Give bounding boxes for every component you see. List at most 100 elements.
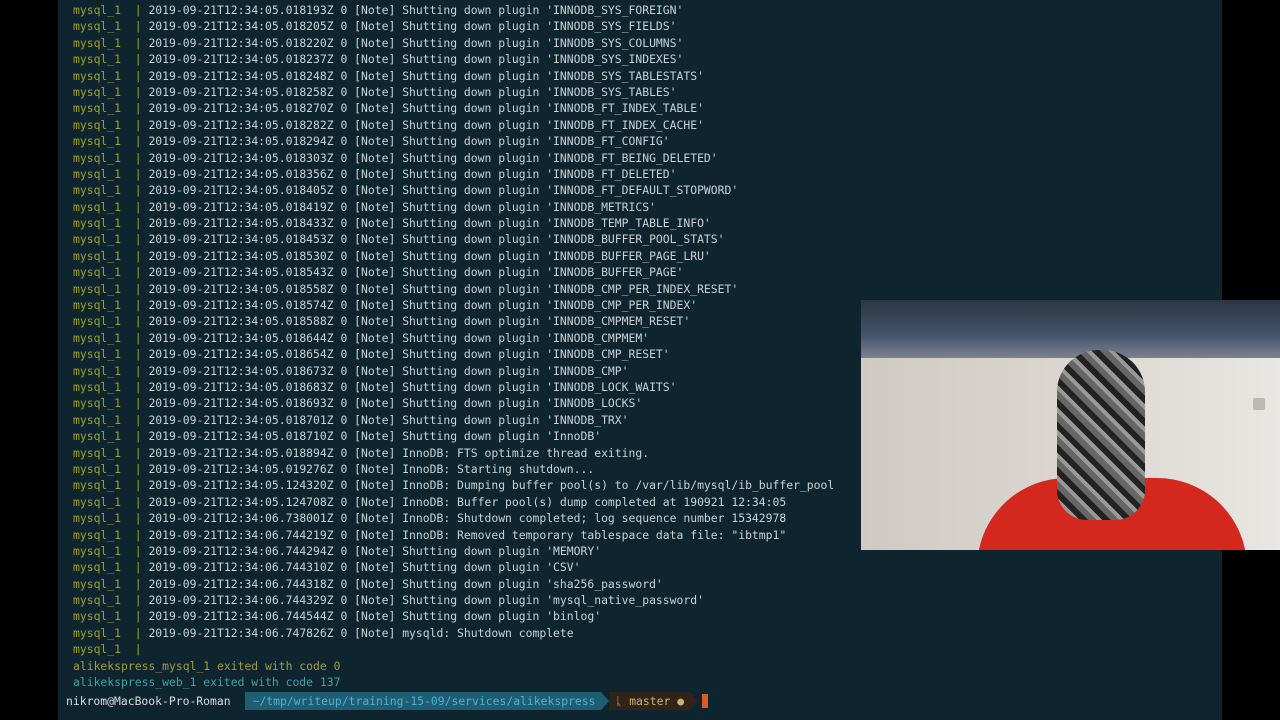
log-service-label: mysql_1 (73, 199, 122, 214)
log-message: 2019-09-21T12:34:05.018701Z 0 [Note] Shu… (148, 412, 629, 427)
log-message: 2019-09-21T12:34:05.019276Z 0 [Note] Inn… (148, 461, 595, 476)
log-message: 2019-09-21T12:34:06.747826Z 0 [Note] mys… (148, 625, 574, 640)
webcam-overlay (861, 300, 1280, 550)
log-message: 2019-09-21T12:34:05.018530Z 0 [Note] Shu… (148, 248, 711, 263)
log-service-label: mysql_1 (73, 134, 122, 149)
log-service-label: mysql_1 (73, 52, 122, 67)
log-separator: | (134, 445, 142, 460)
log-service-label: mysql_1 (73, 216, 122, 231)
log-message: 2019-09-21T12:34:06.744219Z 0 [Note] Inn… (148, 527, 787, 542)
log-message: 2019-09-21T12:34:05.018543Z 0 [Note] Shu… (148, 265, 684, 280)
log-message: 2019-09-21T12:34:05.018282Z 0 [Note] Shu… (148, 117, 704, 132)
log-separator: | (134, 396, 142, 411)
log-line: mysql_1 | 2019-09-21T12:34:05.018453Z 0 … (73, 231, 1222, 247)
log-message: 2019-09-21T12:34:05.018303Z 0 [Note] Shu… (148, 150, 718, 165)
log-message: 2019-09-21T12:34:05.018654Z 0 [Note] Shu… (148, 347, 670, 362)
log-separator: | (134, 19, 142, 34)
log-line: mysql_1 | 2019-09-21T12:34:05.018193Z 0 … (73, 2, 1222, 18)
log-service-label: mysql_1 (73, 19, 122, 34)
log-line: mysql_1 | 2019-09-21T12:34:05.018356Z 0 … (73, 166, 1222, 182)
log-service-label: mysql_1 (73, 379, 122, 394)
log-separator: | (134, 52, 142, 67)
log-line: mysql_1 | 2019-09-21T12:34:06.747826Z 0 … (73, 625, 1222, 641)
log-message: 2019-09-21T12:34:05.018644Z 0 [Note] Shu… (148, 330, 650, 345)
log-separator: | (134, 68, 142, 83)
log-message: 2019-09-21T12:34:05.018693Z 0 [Note] Shu… (148, 396, 643, 411)
log-message: 2019-09-21T12:34:05.018258Z 0 [Note] Shu… (148, 84, 677, 99)
log-message: 2019-09-21T12:34:06.744544Z 0 [Note] Shu… (148, 609, 602, 624)
log-line: mysql_1 | 2019-09-21T12:34:05.018294Z 0 … (73, 133, 1222, 149)
log-line: mysql_1 | 2019-09-21T12:34:05.018405Z 0 … (73, 182, 1222, 198)
log-service-label: mysql_1 (73, 593, 122, 608)
log-line: mysql_1 | 2019-09-21T12:34:05.018558Z 0 … (73, 281, 1222, 297)
powerline-separator-icon (601, 692, 610, 710)
prompt-branch: master (629, 694, 671, 708)
log-separator: | (134, 166, 142, 181)
log-message: 2019-09-21T12:34:05.124708Z 0 [Note] Inn… (148, 494, 787, 509)
log-message: 2019-09-21T12:34:06.744329Z 0 [Note] Shu… (148, 593, 704, 608)
log-service-label: mysql_1 (73, 3, 122, 17)
log-line: mysql_1 | 2019-09-21T12:34:05.018237Z 0 … (73, 51, 1222, 67)
shell-prompt: nikrom@MacBook-Pro-Roman ~/tmp/writeup/t… (58, 692, 778, 710)
log-message: 2019-09-21T12:34:05.018894Z 0 [Note] Inn… (148, 445, 650, 460)
exit-message-web: alikekspress_web_1 exited with code 137 (73, 675, 341, 690)
log-line: mysql_1 | 2019-09-21T12:34:05.018303Z 0 … (73, 150, 1222, 166)
log-service-label: mysql_1 (73, 625, 122, 640)
log-separator: | (134, 117, 142, 132)
log-message: 2019-09-21T12:34:05.018270Z 0 [Note] Shu… (148, 101, 704, 116)
log-service-label: mysql_1 (73, 101, 122, 116)
log-message: 2019-09-21T12:34:06.744310Z 0 [Note] Shu… (148, 560, 581, 575)
log-message: 2019-09-21T12:34:05.018453Z 0 [Note] Shu… (148, 232, 725, 247)
log-service-label: mysql_1 (73, 461, 122, 476)
log-service-label: mysql_1 (73, 117, 122, 132)
log-line: mysql_1 | 2019-09-21T12:34:06.744544Z 0 … (73, 608, 1222, 624)
log-separator: | (134, 363, 142, 378)
log-line: mysql_1 | 2019-09-21T12:34:05.018419Z 0 … (73, 199, 1222, 215)
log-service-label: mysql_1 (73, 445, 122, 460)
log-message: 2019-09-21T12:34:06.738001Z 0 [Note] Inn… (148, 511, 787, 526)
log-line: mysql_1 | 2019-09-21T12:34:05.018530Z 0 … (73, 248, 1222, 264)
log-separator: | (134, 134, 142, 149)
log-separator: | (134, 642, 142, 657)
log-message: 2019-09-21T12:34:05.018356Z 0 [Note] Shu… (148, 166, 677, 181)
log-message: 2019-09-21T12:34:06.744318Z 0 [Note] Shu… (148, 576, 663, 591)
log-separator: | (134, 625, 142, 640)
log-separator: | (134, 379, 142, 394)
log-service-label: mysql_1 (73, 642, 122, 657)
log-message: 2019-09-21T12:34:05.018205Z 0 [Note] Shu… (148, 19, 677, 34)
log-service-label: mysql_1 (73, 298, 122, 313)
terminal-cursor[interactable] (702, 694, 709, 708)
log-separator: | (134, 314, 142, 329)
log-service-label: mysql_1 (73, 347, 122, 362)
log-service-label: mysql_1 (73, 84, 122, 99)
log-message: 2019-09-21T12:34:05.018574Z 0 [Note] Shu… (148, 298, 698, 313)
log-service-label: mysql_1 (73, 560, 122, 575)
prompt-git-segment: ᚳ master ● (609, 692, 691, 710)
log-separator: | (134, 265, 142, 280)
log-separator: | (134, 84, 142, 99)
log-separator: | (134, 494, 142, 509)
log-line: mysql_1 | 2019-09-21T12:34:06.744310Z 0 … (73, 559, 1222, 575)
log-service-label: mysql_1 (73, 330, 122, 345)
log-service-label: mysql_1 (73, 68, 122, 83)
powerline-separator-icon (690, 692, 699, 710)
log-service-label: mysql_1 (73, 183, 122, 198)
log-service-label: mysql_1 (73, 166, 122, 181)
presenter-face-pixelated (1057, 350, 1145, 520)
log-service-label: mysql_1 (73, 150, 122, 165)
log-service-label: mysql_1 (73, 248, 122, 263)
log-service-label: mysql_1 (73, 511, 122, 526)
log-separator: | (134, 527, 142, 542)
webcam-ceiling (861, 300, 1280, 358)
log-separator: | (134, 478, 142, 493)
log-separator: | (134, 330, 142, 345)
log-separator: | (134, 35, 142, 50)
log-separator: | (134, 232, 142, 247)
log-message: 2019-09-21T12:34:05.018248Z 0 [Note] Shu… (148, 68, 704, 83)
log-line: mysql_1 | 2019-09-21T12:34:05.018220Z 0 … (73, 35, 1222, 51)
prompt-user-host: nikrom@MacBook-Pro-Roman (58, 692, 237, 710)
log-separator: | (134, 298, 142, 313)
log-line: mysql_1 | 2019-09-21T12:34:06.744318Z 0 … (73, 576, 1222, 592)
log-message: 2019-09-21T12:34:05.018237Z 0 [Note] Shu… (148, 52, 684, 67)
log-service-label: mysql_1 (73, 543, 122, 558)
